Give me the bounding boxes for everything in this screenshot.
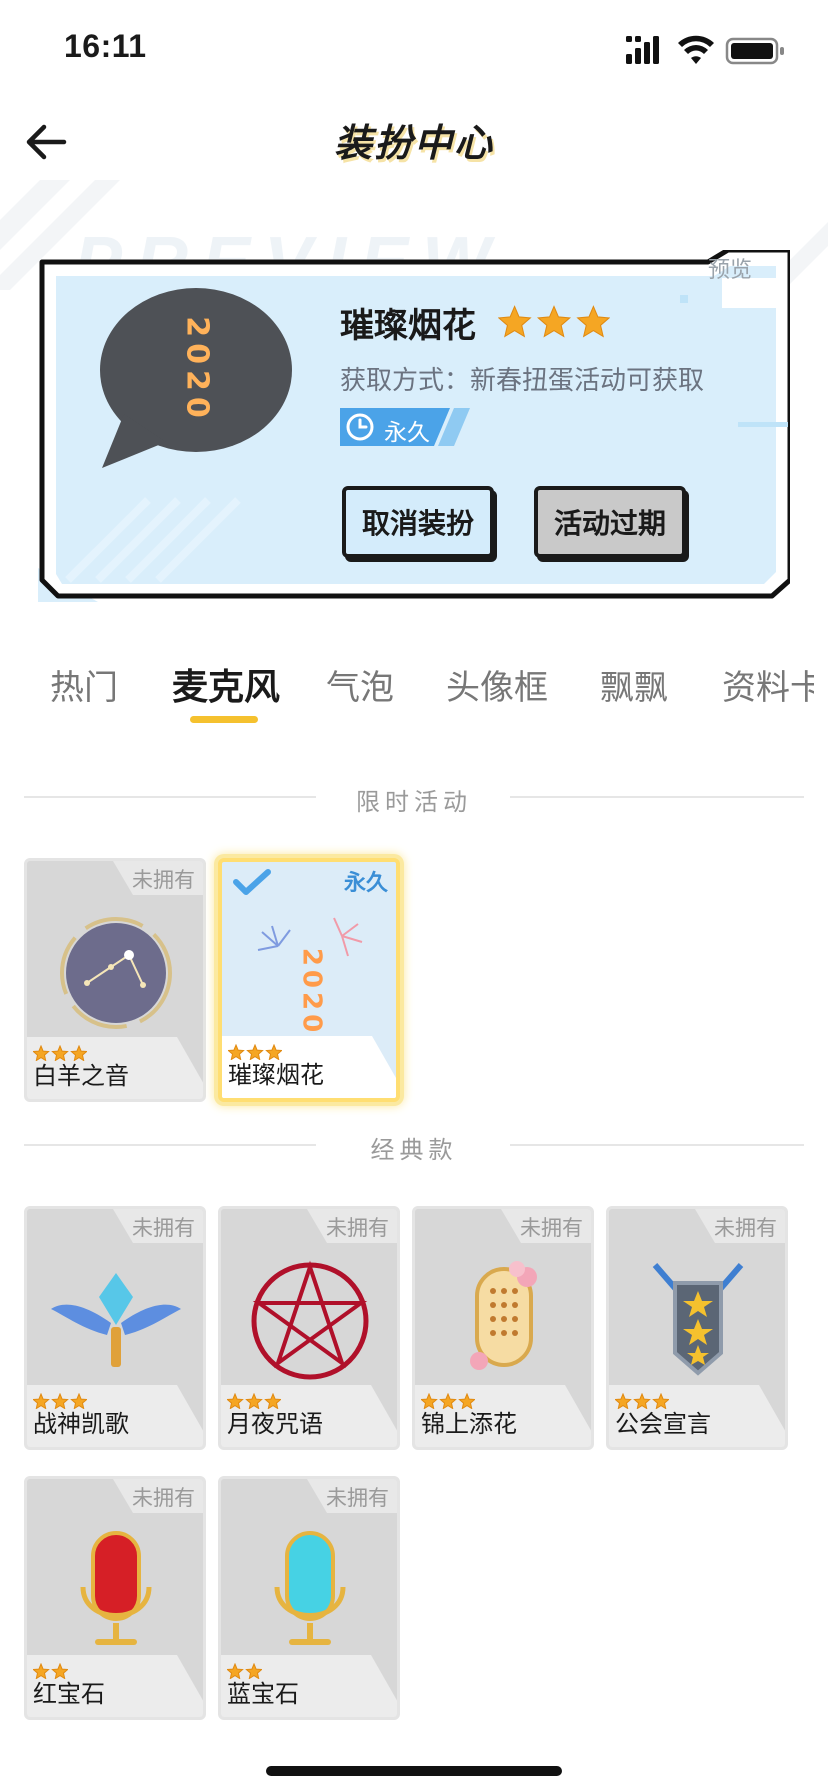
selected-check-icon (233, 869, 271, 895)
tab-floating[interactable]: 飘飘 (600, 660, 668, 709)
pentagram-icon (251, 1260, 369, 1380)
page-title: 装扮中心 (333, 121, 494, 165)
cancel-dressup-button[interactable]: 取消装扮 (342, 486, 494, 558)
status-icons (626, 35, 784, 65)
tab-bubble[interactable]: 气泡 (326, 660, 394, 709)
battery-icon (725, 37, 784, 65)
duration-tag-label: 永久 (384, 420, 430, 446)
ownership-tag: 永久 (343, 871, 388, 896)
star-icon (576, 305, 610, 338)
fireworks-2020-icon: 2020 (257, 917, 363, 1036)
ownership-tag: 未拥有 (132, 1216, 195, 1240)
bubble-year-text: 2020 (180, 316, 215, 424)
item-name-label: 蓝宝石 (227, 1680, 299, 1708)
flower-mic-icon (470, 1261, 537, 1370)
bubble-preview-icon: 2020 (100, 288, 292, 468)
winged-crystal-mic-icon (51, 1273, 181, 1367)
item-tile-moon-spell[interactable]: 未拥有 月夜咒语 (218, 1206, 400, 1450)
item-tile-flower[interactable]: 未拥有 锦上添花 (412, 1206, 594, 1450)
item-name-label: 白羊之音 (33, 1062, 129, 1090)
item-tile-fireworks[interactable]: 永久 2020 璀璨烟花 (218, 858, 400, 1102)
section-title-classic: 经典款 (370, 1136, 458, 1164)
tab-profile-card[interactable]: 资料卡 (722, 660, 814, 709)
sapphire-mic-icon (274, 1531, 346, 1645)
item-tile-guild[interactable]: 未拥有 公会宣言 (606, 1206, 788, 1450)
item-tile-ruby[interactable]: 未拥有 红宝石 (24, 1476, 206, 1720)
section-title-limited: 限时活动 (356, 788, 472, 816)
aries-constellation-icon (60, 917, 172, 1029)
ownership-tag: 未拥有 (520, 1216, 583, 1240)
ownership-tag: 未拥有 (132, 868, 195, 892)
item-name-label: 公会宣言 (615, 1410, 711, 1438)
status-time: 16:11 (64, 28, 147, 64)
item-name-label: 锦上添花 (421, 1410, 517, 1438)
guild-shield-icon (652, 1263, 744, 1376)
item-name-label: 红宝石 (33, 1680, 105, 1708)
event-expired-button[interactable]: 活动过期 (534, 486, 686, 558)
ruby-mic-icon (80, 1531, 152, 1645)
rating-stars (498, 305, 610, 338)
ownership-tag: 未拥有 (326, 1486, 389, 1510)
tab-hot[interactable]: 热门 (50, 660, 118, 709)
item-tile-war-god[interactable]: 未拥有 战神凯歌 (24, 1206, 206, 1450)
tab-avatar-frame[interactable]: 头像框 (446, 660, 548, 709)
cellular-signal-icon (626, 36, 659, 64)
obtain-method: 获取方式：新春扭蛋活动可获取 (340, 366, 705, 396)
wifi-icon (678, 35, 714, 64)
item-tile-sapphire[interactable]: 未拥有 蓝宝石 (218, 1476, 400, 1720)
home-indicator (266, 1766, 562, 1776)
ownership-tag: 未拥有 (326, 1216, 389, 1240)
star-icon (498, 305, 532, 338)
svg-text:2020: 2020 (297, 948, 327, 1036)
item-name-label: 战神凯歌 (33, 1410, 129, 1438)
active-tab-indicator (190, 716, 258, 723)
tab-microphone[interactable]: 麦克风 (172, 658, 280, 710)
item-tile-aries[interactable]: 未拥有 白羊之音 (24, 858, 206, 1102)
item-name: 璀璨烟花 (340, 306, 476, 346)
item-name-label: 月夜咒语 (227, 1410, 323, 1438)
preview-label: 预览 (708, 258, 753, 283)
ownership-tag: 未拥有 (132, 1486, 195, 1510)
item-name-label: 璀璨烟花 (228, 1061, 324, 1089)
ownership-tag: 未拥有 (714, 1216, 777, 1240)
star-icon (536, 305, 572, 338)
